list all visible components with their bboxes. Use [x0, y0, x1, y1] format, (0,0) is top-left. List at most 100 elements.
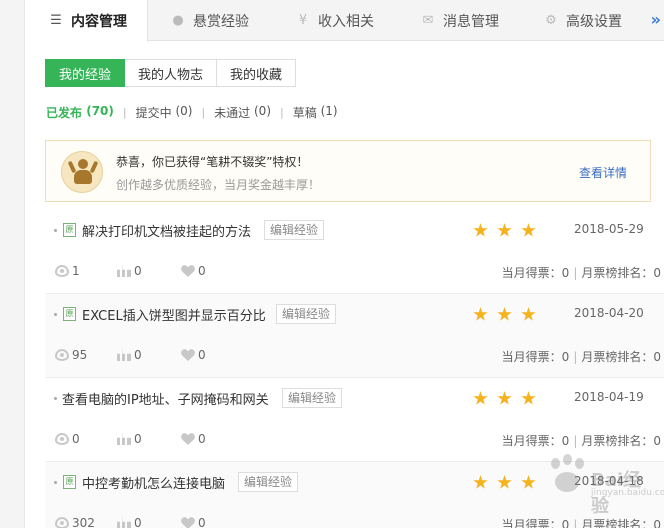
filter-count: (1)	[320, 104, 338, 118]
baidu-jingyan-watermark: Bai经验 jingyan.baidu.com	[499, 446, 664, 517]
subtab-my-profiles[interactable]: 我的人物志	[125, 59, 218, 87]
filter-drafts[interactable]: 草稿 (1)	[293, 104, 338, 121]
tab-label: 消息管理	[443, 13, 499, 30]
edit-experience-button[interactable]: 编辑经验	[238, 472, 299, 492]
eye-icon	[55, 349, 69, 361]
filter-separator: |	[201, 106, 206, 119]
coin-icon: ●	[172, 12, 184, 28]
star-rating	[473, 307, 545, 322]
heart-icon	[181, 349, 195, 361]
filter-label: 草稿	[292, 106, 317, 120]
star-icon	[473, 307, 488, 321]
edit-experience-button[interactable]: 编辑经验	[264, 220, 325, 240]
list-icon: ☰	[50, 13, 62, 28]
filter-rejected[interactable]: 未通过 (0)	[214, 104, 271, 121]
star-icon	[473, 391, 488, 405]
tab-income[interactable]: ¥ 收入相关	[296, 0, 374, 41]
bullet-dot	[54, 229, 57, 232]
bullet-dot	[54, 313, 57, 316]
filter-submitting[interactable]: 提交中 (0)	[136, 104, 193, 121]
bar-chart-icon	[117, 433, 131, 445]
left-margin	[0, 0, 24, 528]
gear-icon: ⚙	[545, 12, 557, 28]
view-details-link[interactable]: 查看详情	[579, 164, 627, 181]
edit-experience-button[interactable]: 编辑经验	[282, 388, 343, 408]
vote-count: 0	[117, 348, 142, 362]
experience-title-link[interactable]: 解决打印机文档被挂起的方法	[82, 221, 251, 240]
monthly-ticket-info: 当月得票：0 | 月票榜排名：0	[501, 266, 661, 280]
sub-tab-group: 我的经验 我的人物志 我的收藏	[45, 59, 297, 87]
original-badge-icon: 原	[63, 307, 76, 321]
filter-count: (70)	[86, 104, 114, 118]
bar-chart-icon	[117, 517, 131, 528]
top-tab-bar: ☰ 内容管理 ● 悬赏经验 ¥ 收入相关 ✉ 消息管理 ⚙ 高级设置 »	[25, 0, 664, 42]
content-panel: ☰ 内容管理 ● 悬赏经验 ¥ 收入相关 ✉ 消息管理 ⚙ 高级设置 » 我的经…	[24, 0, 664, 528]
heart-icon	[181, 433, 195, 445]
eye-icon	[55, 517, 69, 528]
bullet-dot	[54, 397, 57, 400]
experience-item: 原 解决打印机文档被挂起的方法 编辑经验 2018-05-29 1 0 0 当月…	[45, 210, 664, 294]
view-count: 0	[55, 432, 80, 446]
filter-count: (0)	[175, 104, 193, 118]
publish-date: 2018-04-19	[574, 390, 644, 404]
view-count: 1	[55, 264, 80, 278]
filter-count: (0)	[254, 104, 271, 118]
envelope-icon: ✉	[422, 12, 434, 28]
star-icon	[473, 223, 488, 237]
filter-separator: |	[280, 106, 284, 119]
heart-icon	[181, 265, 195, 277]
publish-date: 2018-04-20	[574, 306, 644, 320]
star-icon	[497, 307, 512, 321]
star-icon	[473, 475, 488, 489]
tabs-more-button[interactable]: »	[651, 10, 661, 29]
star-icon	[521, 223, 536, 237]
notice-title: 恭喜，你已获得“笔耕不辍奖”特权！	[116, 155, 309, 169]
original-badge-icon: 原	[63, 223, 76, 237]
heart-icon	[181, 517, 195, 528]
status-filter-bar: 已发布 (70) | 提交中 (0) | 未通过 (0) | 草稿 (1)	[46, 104, 338, 121]
tab-label: 内容管理	[71, 14, 127, 30]
star-icon	[497, 223, 512, 237]
like-count: 0	[181, 348, 206, 362]
tab-advanced-settings[interactable]: ⚙ 高级设置	[544, 0, 622, 41]
subtab-my-favorites[interactable]: 我的收藏	[217, 59, 297, 87]
edit-experience-button[interactable]: 编辑经验	[276, 304, 337, 324]
original-badge-icon: 原	[63, 475, 76, 489]
subtab-my-experience[interactable]: 我的经验	[45, 59, 126, 87]
notice-subtitle: 创作越多优质经验，当月奖金越丰厚！	[116, 178, 321, 192]
experience-title-link[interactable]: 中控考勤机怎么连接电脑	[82, 473, 225, 492]
filter-label: 提交中	[135, 106, 172, 120]
trophy-person-icon	[61, 151, 103, 193]
experience-title-link[interactable]: EXCEL插入饼型图并显示百分比	[82, 305, 266, 324]
tab-bounty-experience[interactable]: ● 悬赏经验	[171, 0, 249, 41]
vote-count: 0	[117, 516, 142, 528]
eye-icon	[55, 265, 69, 277]
filter-published[interactable]: 已发布 (70)	[46, 104, 114, 121]
star-rating	[473, 223, 545, 238]
star-icon	[497, 391, 512, 405]
like-count: 0	[181, 516, 206, 528]
filter-separator: |	[122, 106, 127, 119]
like-count: 0	[181, 264, 206, 278]
star-icon	[521, 391, 536, 405]
paw-icon	[545, 454, 589, 498]
bar-chart-icon	[117, 265, 131, 277]
tab-messages[interactable]: ✉ 消息管理	[421, 0, 499, 41]
vote-count: 0	[117, 432, 142, 446]
tab-content-management[interactable]: ☰ 内容管理	[25, 0, 148, 42]
publish-date: 2018-05-29	[574, 222, 644, 236]
award-notice: 恭喜，你已获得“笔耕不辍奖”特权！ 创作越多优质经验，当月奖金越丰厚！ 查看详情	[45, 140, 651, 202]
star-icon	[521, 307, 536, 321]
experience-title-link[interactable]: 查看电脑的IP地址、子网掩码和网关	[62, 389, 269, 408]
tab-label: 高级设置	[566, 13, 622, 30]
vote-count: 0	[117, 264, 142, 278]
view-count: 95	[55, 348, 87, 362]
tab-label: 悬赏经验	[193, 13, 249, 30]
like-count: 0	[181, 432, 206, 446]
filter-label: 已发布	[46, 106, 83, 120]
eye-icon	[55, 433, 69, 445]
bar-chart-icon	[117, 349, 131, 361]
bullet-dot	[54, 481, 57, 484]
watermark-url: jingyan.baidu.com	[591, 488, 664, 498]
tab-label: 收入相关	[318, 13, 374, 30]
